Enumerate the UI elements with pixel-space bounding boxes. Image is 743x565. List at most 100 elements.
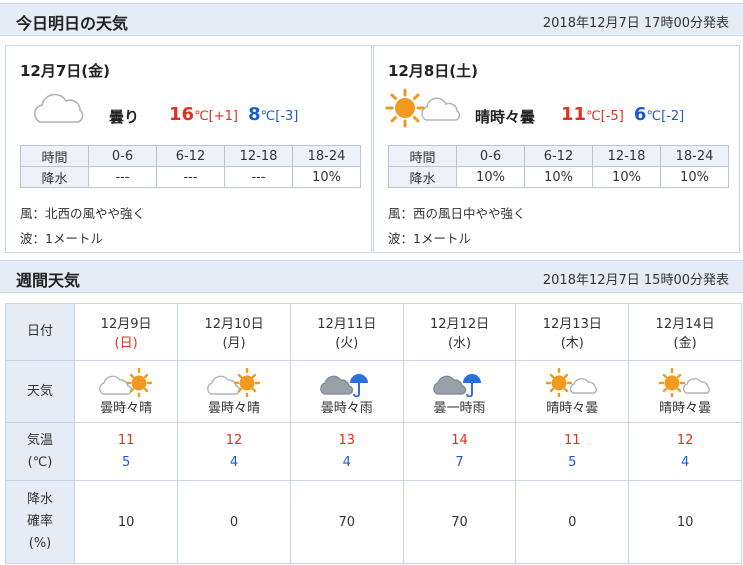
label-line: 降水 [26,492,53,507]
precip-cell: 10% [456,166,525,188]
label-line: 確率 [26,514,53,529]
cloudy-sunny-icon [99,367,153,397]
day-of-week: (月) [222,336,246,351]
day-high-temp: 12 [676,432,694,448]
precip-header-cell: 18-24 [660,145,729,167]
section-title: 週間天気 [16,271,81,290]
day-precip-cell: 10 [628,480,742,564]
date-row: 日付 12月9日 (日) 12月10日 (月) 12月11日 (火) 12月12日 (水) 12… [5,303,742,361]
precip-cell: 10% [592,166,661,188]
day-date: 12月9日 [100,317,152,332]
day-low-temp: 5 [568,454,577,470]
day-weather-text: 曇時々晴 [208,401,261,416]
precip-label: 降水 [388,166,457,188]
today-panel: 12月7日(金) 曇り 16℃[+1] 8℃[-3] 時間 0-6 6-12 1… [5,45,372,253]
row-header-temp: 気温 (℃) [5,422,75,481]
day-of-week: (火) [335,336,359,351]
high-unit: ℃ [586,109,601,124]
day-precip-cell: 10 [73,480,179,564]
label-line: 気温 [26,432,53,448]
day-temp-cell: 14 7 [402,422,517,481]
day-date-cell: 12月9日 (日) [73,303,179,361]
day-weather-cell: 曇時々晴 [73,360,179,423]
day-precip-cell: 70 [402,480,517,564]
precip-cell: 10% [660,166,729,188]
day-temp-cell: 13 4 [289,422,404,481]
day-precip: 0 [229,514,239,530]
day-date-cell: 12月14日 (金) [628,303,742,361]
forecast-date: 12月8日(土) [388,62,479,80]
row-header-weather: 天気 [5,360,75,423]
day-date-cell: 12月10日 (月) [177,303,291,361]
day-temp-cell: 11 5 [73,422,179,481]
high-temp: 16 [169,104,195,125]
precip-header-cell: 時間 [388,145,457,167]
day-precip-cell: 70 [289,480,404,564]
day-low-temp: 7 [455,454,464,470]
label-line: (℃) [27,454,53,470]
wave-text: 波：1メートル [388,231,471,246]
low-diff: [-3] [275,109,299,124]
weekly-table: 日付 12月9日 (日) 12月10日 (月) 12月11日 (火) 12月12日 (水) 12… [5,303,742,564]
weather-text: 晴時々曇 [475,108,536,126]
day-weather-cell: 曇時々晴 [177,360,291,423]
low-unit: ℃ [260,109,276,124]
high-diff: [-5] [600,109,624,124]
today-tomorrow-header: 今日明日の天気 2018年12月7日 17時00分発表 [0,3,743,36]
precip-header-cell: 18-24 [292,145,361,167]
day-date-cell: 12月11日 (火) [289,303,404,361]
day-weather-text: 晴時々曇 [659,401,712,416]
precip-table: 時間 0-6 6-12 12-18 18-24 降水 --- --- --- 1… [20,145,361,188]
row-header-date: 日付 [5,303,75,361]
day-precip: 70 [451,514,468,530]
wind-text: 風：西の風日中やや強く [388,206,526,221]
day-date: 12月14日 [655,317,715,332]
high-unit: ℃ [194,109,209,124]
wave-text: 波：1メートル [20,231,103,246]
published-time: 2018年12月7日 17時00分発表 [542,16,729,31]
label-line: (%) [28,536,52,551]
day-precip-cell: 0 [177,480,291,564]
cloudy-icon [34,93,84,123]
day-high-temp: 14 [451,432,468,448]
day-date-cell: 12月13日 (木) [515,303,630,361]
day-weather-text: 曇一時雨 [433,401,486,416]
section-title: 今日明日の天気 [16,14,129,33]
sunny-then-cloudy-icon [385,88,461,128]
precip-header-cell: 0-6 [456,145,525,167]
temperatures: 16℃[+1] 8℃[-3] [169,104,298,125]
day-weather-cell: 晴時々曇 [628,360,742,423]
weather-row: 天気 曇時々晴 曇時々晴 曇時々雨 曇一時雨 晴時々曇 晴時々曇 [5,360,742,423]
day-date-cell: 12月12日 (水) [402,303,517,361]
cloudy-rain-icon [432,374,481,397]
precip-cell: --- [88,166,157,188]
day-of-week: (水) [447,336,472,351]
day-high-temp: 11 [117,432,135,448]
day-weather-text: 晴時々曇 [546,401,599,416]
day-date: 12月11日 [317,317,377,332]
day-precip-cell: 0 [515,480,630,564]
day-precip: 10 [117,514,135,530]
temperatures: 11℃[-5] 6℃[-2] [561,104,684,125]
day-temp-cell: 12 4 [628,422,742,481]
day-temp-cell: 12 4 [177,422,291,481]
precip-cell: --- [224,166,293,188]
precip-header-cell: 6-12 [156,145,225,167]
low-diff: [-2] [661,109,685,124]
day-temp-cell: 11 5 [515,422,630,481]
day-high-temp: 11 [564,432,581,448]
forecast-date: 12月7日(金) [20,62,111,80]
low-temp: 8 [248,104,261,125]
day-low-temp: 4 [342,454,351,470]
day-low-temp: 4 [229,454,239,470]
precip-header-cell: 6-12 [524,145,593,167]
high-diff: [+1] [208,109,238,124]
day-precip: 10 [676,514,694,530]
precip-row: 降水確率 (%) 10 0 70 70 0 10 [5,480,742,564]
precip-table: 時間 0-6 6-12 12-18 18-24 降水 10% 10% 10% 1… [388,145,729,188]
cloudy-sunny-icon [207,367,261,397]
tomorrow-panel: 12月8日(土) 晴時々曇 11℃[-5] 6℃[-2] 時間 0-6 6-12… [373,45,740,253]
day-of-week: (日) [114,336,138,351]
published-time: 2018年12月7日 15時00分発表 [542,273,729,288]
day-of-week: (金) [673,336,697,351]
